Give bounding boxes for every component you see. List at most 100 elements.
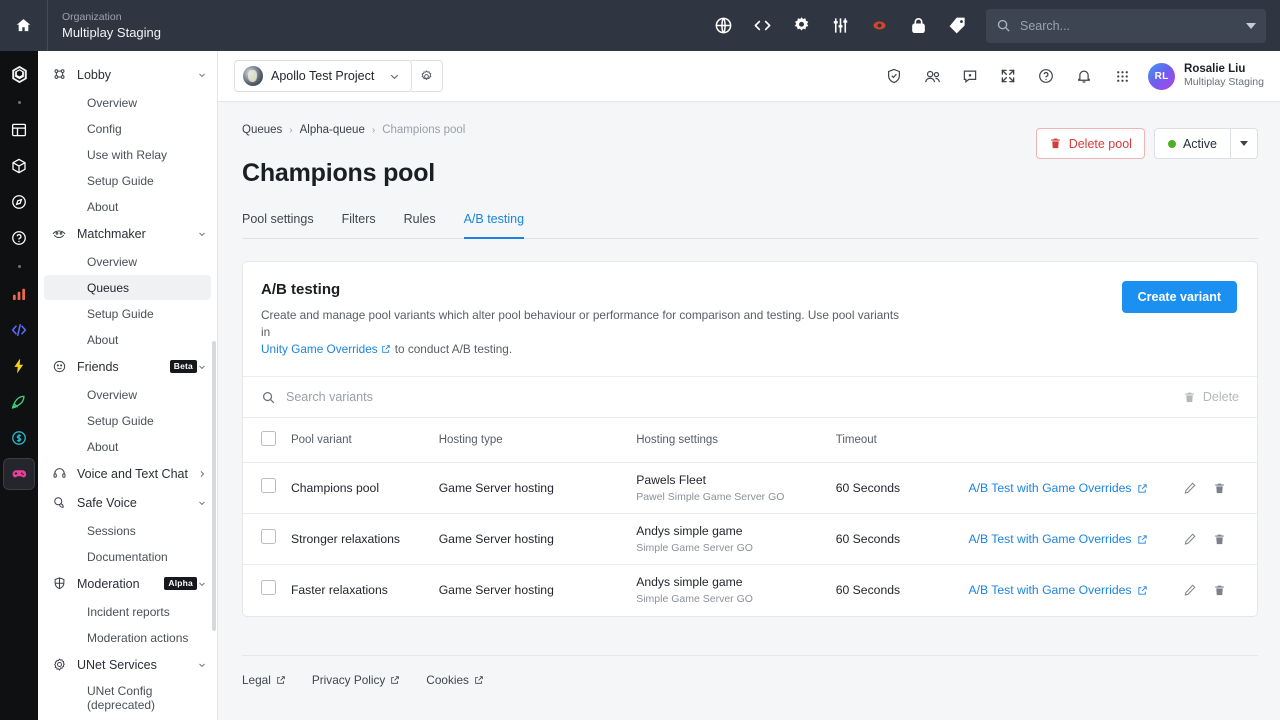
- gear-icon[interactable]: [790, 15, 812, 37]
- sidebar-group-matchmaker[interactable]: Matchmaker: [38, 220, 217, 247]
- tab-rules[interactable]: Rules: [404, 212, 436, 239]
- sidebar-item-overview[interactable]: Overview: [44, 90, 211, 115]
- code-icon[interactable]: [751, 15, 773, 37]
- sidebar-item-incident-reports[interactable]: Incident reports: [44, 599, 211, 624]
- footer-link-privacy-policy[interactable]: Privacy Policy: [312, 673, 400, 687]
- table-row[interactable]: Champions poolGame Server hostingPawels …: [243, 463, 1257, 514]
- economy-icon[interactable]: [4, 423, 34, 453]
- organization-selector[interactable]: Organization Multiplay Staging: [48, 0, 161, 51]
- shield-check-icon[interactable]: [884, 66, 904, 86]
- sidebar-group-voice-and-text-chat[interactable]: Voice and Text Chat: [38, 460, 217, 487]
- variant-search-input[interactable]: [286, 390, 1183, 404]
- analytics-icon[interactable]: [4, 279, 34, 309]
- tag-icon[interactable]: [946, 15, 968, 37]
- sidebar-scrollbar[interactable]: [212, 341, 216, 631]
- sidebar-item-about[interactable]: About: [44, 194, 211, 219]
- page-header-actions: Delete pool Active: [1036, 128, 1258, 159]
- tab-a-b-testing[interactable]: A/B testing: [464, 212, 524, 239]
- create-variant-button[interactable]: Create variant: [1122, 281, 1237, 313]
- footer-link-cookies[interactable]: Cookies: [426, 673, 484, 687]
- trash-icon[interactable]: [1213, 482, 1226, 495]
- pool-status-button[interactable]: Active: [1154, 128, 1231, 159]
- sidebar-item-setup-guide[interactable]: Setup Guide: [44, 168, 211, 193]
- expand-icon[interactable]: [998, 66, 1018, 86]
- sidebar-group-safe-voice[interactable]: Safe Voice: [38, 489, 217, 516]
- chevron-down-icon[interactable]: [197, 498, 207, 508]
- sidebar-group-lobby[interactable]: Lobby: [38, 61, 217, 88]
- sidebar-item-sessions[interactable]: Sessions: [44, 518, 211, 543]
- pool-status-dropdown-toggle[interactable]: [1231, 128, 1258, 159]
- people-icon[interactable]: [922, 66, 942, 86]
- feedback-icon[interactable]: [960, 66, 980, 86]
- sidebar-group-friends[interactable]: FriendsBeta: [38, 353, 217, 380]
- sidebar-item-setup-guide[interactable]: Setup Guide: [44, 301, 211, 326]
- breadcrumb-item-queues[interactable]: Queues: [242, 124, 282, 136]
- ab-test-game-overrides-link[interactable]: A/B Test with Game Overrides: [968, 481, 1148, 495]
- chevron-down-icon[interactable]: [1246, 23, 1256, 29]
- pencil-icon[interactable]: [1183, 481, 1197, 495]
- bell-icon[interactable]: [1074, 66, 1094, 86]
- eye-icon[interactable]: [868, 15, 890, 37]
- help-circle-icon[interactable]: [1036, 66, 1056, 86]
- chevron-down-icon[interactable]: [197, 229, 207, 239]
- help-circle-icon[interactable]: [4, 223, 34, 253]
- chevron-down-icon[interactable]: [197, 70, 207, 80]
- sidebar-group-label: Lobby: [77, 68, 197, 82]
- sidebar-item-overview[interactable]: Overview: [44, 249, 211, 274]
- footer-link-legal[interactable]: Legal: [242, 673, 286, 687]
- lightning-icon[interactable]: [4, 351, 34, 381]
- sidebar-item-queues[interactable]: Queues: [44, 275, 211, 300]
- cube-icon[interactable]: [4, 151, 34, 181]
- pencil-icon[interactable]: [1183, 583, 1197, 597]
- breadcrumb-item-alpha-queue[interactable]: Alpha-queue: [300, 124, 365, 136]
- delete-pool-button[interactable]: Delete pool: [1036, 128, 1145, 159]
- rocket-icon[interactable]: [4, 387, 34, 417]
- footer-link-label: Privacy Policy: [312, 673, 385, 687]
- row-checkbox[interactable]: [261, 580, 276, 595]
- sidebar-item-setup-guide[interactable]: Setup Guide: [44, 408, 211, 433]
- ab-test-game-overrides-link[interactable]: A/B Test with Game Overrides: [968, 532, 1148, 546]
- trash-icon[interactable]: [1213, 533, 1226, 546]
- dashboard-icon[interactable]: [4, 115, 34, 145]
- chevron-down-icon[interactable]: [197, 579, 207, 589]
- sidebar-item-about[interactable]: About: [44, 327, 211, 352]
- row-checkbox[interactable]: [261, 529, 276, 544]
- unity-game-overrides-link[interactable]: Unity Game Overrides: [261, 342, 378, 356]
- project-settings-button[interactable]: [411, 60, 443, 92]
- sidebar-item-unet-config-deprecated-[interactable]: UNet Config (deprecated): [44, 680, 211, 716]
- sliders-icon[interactable]: [829, 15, 851, 37]
- trash-icon[interactable]: [1213, 584, 1226, 597]
- chevron-down-icon[interactable]: [197, 660, 207, 670]
- unity-logo-icon[interactable]: [4, 59, 34, 89]
- tab-pool-settings[interactable]: Pool settings: [242, 212, 314, 239]
- sidebar-item-overview[interactable]: Overview: [44, 382, 211, 407]
- select-all-checkbox[interactable]: [261, 431, 276, 446]
- sidebar-item-use-with-relay[interactable]: Use with Relay: [44, 142, 211, 167]
- globe-icon[interactable]: [712, 15, 734, 37]
- sidebar-item-about[interactable]: About: [44, 434, 211, 459]
- code-brackets-icon[interactable]: [4, 315, 34, 345]
- project-selector[interactable]: Apollo Test Project: [234, 60, 412, 92]
- home-button[interactable]: [0, 0, 48, 51]
- pencil-icon[interactable]: [1183, 532, 1197, 546]
- ab-test-game-overrides-link[interactable]: A/B Test with Game Overrides: [968, 583, 1148, 597]
- chevron-down-icon[interactable]: [197, 362, 207, 372]
- chevron-right-icon[interactable]: [197, 469, 207, 479]
- delete-variants-button[interactable]: Delete: [1183, 390, 1239, 404]
- compass-icon[interactable]: [4, 187, 34, 217]
- table-row[interactable]: Stronger relaxationsGame Server hostingA…: [243, 514, 1257, 565]
- sidebar-group-moderation[interactable]: ModerationAlpha: [38, 570, 217, 597]
- table-row[interactable]: Faster relaxationsGame Server hostingAnd…: [243, 565, 1257, 616]
- apps-grid-icon[interactable]: [1112, 66, 1132, 86]
- sidebar-item-documentation[interactable]: Documentation: [44, 544, 211, 569]
- lock-icon[interactable]: [907, 15, 929, 37]
- global-search[interactable]: [986, 9, 1266, 43]
- search-input[interactable]: [1020, 19, 1237, 33]
- row-checkbox[interactable]: [261, 478, 276, 493]
- sidebar-item-moderation-actions[interactable]: Moderation actions: [44, 625, 211, 650]
- sidebar-group-unet-services[interactable]: UNet Services: [38, 651, 217, 678]
- gaming-icon[interactable]: [4, 459, 34, 489]
- user-menu[interactable]: RL Rosalie Liu Multiplay Staging: [1148, 63, 1264, 90]
- sidebar-item-config[interactable]: Config: [44, 116, 211, 141]
- tab-filters[interactable]: Filters: [342, 212, 376, 239]
